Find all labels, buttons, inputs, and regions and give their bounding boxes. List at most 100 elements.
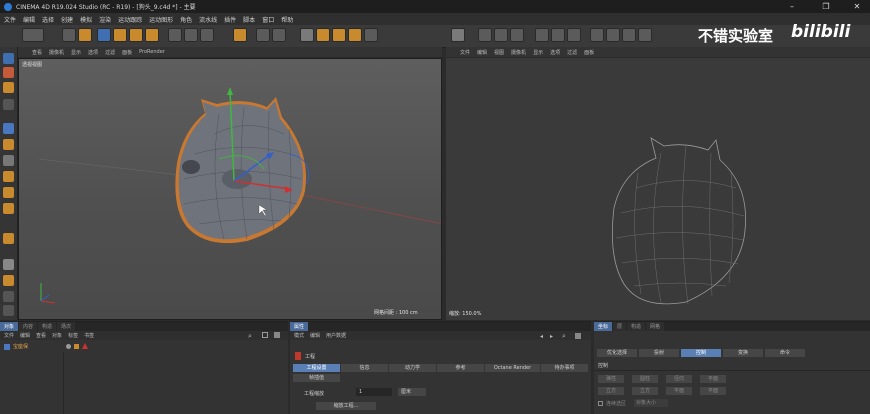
obj-menu-edit[interactable]: 编辑 xyxy=(20,332,30,339)
minimize-button[interactable]: – xyxy=(781,0,803,13)
menu-edit[interactable]: 编辑 xyxy=(23,15,35,24)
tab-todo[interactable]: 待办事项 xyxy=(541,364,588,372)
control-button-4[interactable]: 平面 xyxy=(700,375,726,383)
control-button-8[interactable]: 平面 xyxy=(700,387,726,395)
tab-dynamics[interactable]: 动力学 xyxy=(389,364,436,372)
axis-z-icon[interactable] xyxy=(200,28,214,42)
extrude-icon[interactable] xyxy=(3,139,14,150)
menu-help[interactable]: 帮助 xyxy=(281,15,293,24)
tab-objects[interactable]: 对象 xyxy=(0,322,19,331)
mode-projection[interactable]: 投射 xyxy=(639,349,679,357)
control-button-3[interactable]: 径向 xyxy=(666,375,692,383)
obj-menu-file[interactable]: 文件 xyxy=(4,332,14,339)
tab-layers[interactable]: 层 xyxy=(613,322,627,331)
deformer-icon[interactable] xyxy=(551,28,565,42)
knife-icon[interactable] xyxy=(3,155,14,166)
tab-takes[interactable]: 场次 xyxy=(57,322,76,331)
unit-select[interactable]: 厘米 xyxy=(398,388,426,396)
rotate-icon[interactable] xyxy=(129,28,143,42)
menu-pipeline[interactable]: 流水线 xyxy=(199,15,217,24)
move-tool-icon[interactable] xyxy=(3,53,14,64)
search-icon[interactable]: ⌕ xyxy=(248,332,252,341)
attr-search-icon[interactable]: ⌕ xyxy=(562,332,566,341)
paint-icon[interactable] xyxy=(3,275,14,286)
uv-menu-edit[interactable]: 编辑 xyxy=(477,49,487,56)
obj-menu-bookmarks[interactable]: 书签 xyxy=(84,332,94,339)
layout-icon[interactable] xyxy=(638,28,652,42)
scale-icon[interactable] xyxy=(113,28,127,42)
uv-menu-camera[interactable]: 摄像机 xyxy=(511,49,526,56)
generator-icon[interactable] xyxy=(535,28,549,42)
undo-icon[interactable] xyxy=(22,28,44,42)
model-mode-icon[interactable] xyxy=(316,28,330,42)
environment-icon[interactable] xyxy=(622,28,636,42)
recent-tool-icon[interactable] xyxy=(145,28,159,42)
control-button-1[interactable]: 弹性 xyxy=(598,375,624,383)
edge-mode-icon[interactable] xyxy=(364,28,378,42)
scene-icon[interactable] xyxy=(567,28,581,42)
scale-project-button[interactable]: 缩放工程... xyxy=(316,402,376,410)
vp-menu-filter[interactable]: 过滤 xyxy=(105,49,115,56)
checkerboard-icon[interactable] xyxy=(451,28,465,42)
attr-panel-menu-icon[interactable] xyxy=(575,333,581,339)
warning-tag-icon[interactable] xyxy=(82,343,88,349)
vp-menu-prorender[interactable]: ProRender xyxy=(139,49,165,55)
axis-x-icon[interactable] xyxy=(168,28,182,42)
checker-tool-icon[interactable] xyxy=(3,82,14,93)
close-button[interactable]: ✕ xyxy=(846,0,868,13)
texture-mode-icon[interactable] xyxy=(332,28,346,42)
spline-icon[interactable] xyxy=(510,28,524,42)
panel-menu-icon[interactable] xyxy=(274,332,280,338)
snap-icon[interactable] xyxy=(3,305,14,316)
subdivision-icon[interactable] xyxy=(494,28,508,42)
uv-menu-panel[interactable]: 面板 xyxy=(584,49,594,56)
polygon-mode-icon[interactable] xyxy=(348,28,362,42)
uv-menu-filter[interactable]: 过滤 xyxy=(567,49,577,56)
cube-primitive-icon[interactable] xyxy=(478,28,492,42)
control-button-7[interactable]: 平面 xyxy=(666,387,692,395)
light-icon[interactable] xyxy=(606,28,620,42)
menu-render[interactable]: 渲染 xyxy=(99,15,111,24)
control-button-2[interactable]: 圆柱 xyxy=(632,375,658,383)
tab-attributes[interactable]: 属性 xyxy=(290,322,309,331)
uv-menu-display[interactable]: 显示 xyxy=(533,49,543,56)
render-view-icon[interactable] xyxy=(256,28,270,42)
brush-icon[interactable] xyxy=(3,123,14,134)
tab-structure[interactable]: 构造 xyxy=(38,322,57,331)
tab-project-settings[interactable]: 工程设置 xyxy=(293,364,340,372)
attr-menu-edit[interactable]: 编辑 xyxy=(310,332,320,339)
menu-simulate[interactable]: 模拟 xyxy=(80,15,92,24)
visibility-dots-icon[interactable] xyxy=(66,344,71,349)
phong-tag-icon[interactable] xyxy=(74,344,79,349)
tab-coordinates[interactable]: 坐标 xyxy=(594,322,613,331)
tab-mesh[interactable]: 网格 xyxy=(646,322,665,331)
tab-octane-render[interactable]: Octane Render xyxy=(485,364,540,372)
bridge-icon[interactable] xyxy=(3,187,14,198)
tab-build[interactable]: 构造 xyxy=(627,322,646,331)
menu-select[interactable]: 选择 xyxy=(42,15,54,24)
back-arrow-icon[interactable]: ◂ xyxy=(540,333,543,340)
uv-menu-view[interactable]: 视图 xyxy=(494,49,504,56)
vp-menu-panel[interactable]: 面板 xyxy=(122,49,132,56)
workplane-icon[interactable] xyxy=(3,291,14,302)
forward-arrow-icon[interactable]: ▸ xyxy=(550,333,553,340)
mode-transform[interactable]: 变换 xyxy=(723,349,763,357)
magnet-icon[interactable] xyxy=(3,203,14,214)
render-picture-icon[interactable] xyxy=(272,28,286,42)
camera-icon[interactable] xyxy=(590,28,604,42)
tab-content[interactable]: 内容 xyxy=(19,322,38,331)
vp-menu-options[interactable]: 选项 xyxy=(88,49,98,56)
menu-tracking[interactable]: 运动跟踪 xyxy=(118,15,142,24)
tab-info[interactable]: 信息 xyxy=(341,364,388,372)
select-arrow-icon[interactable] xyxy=(62,28,76,42)
move-icon[interactable] xyxy=(97,28,111,42)
control-button-5[interactable]: 立方 xyxy=(598,387,624,395)
uv-menu-options[interactable]: 选项 xyxy=(550,49,560,56)
menu-script[interactable]: 脚本 xyxy=(243,15,255,24)
continuous-selection-checkbox[interactable] xyxy=(598,401,603,406)
menu-plugins[interactable]: 插件 xyxy=(224,15,236,24)
star-tool-icon[interactable] xyxy=(3,233,14,244)
menu-mograph[interactable]: 运动图形 xyxy=(149,15,173,24)
mode-command[interactable]: 命令 xyxy=(765,349,805,357)
relax-mode-select[interactable]: 对象大小 xyxy=(634,399,668,407)
